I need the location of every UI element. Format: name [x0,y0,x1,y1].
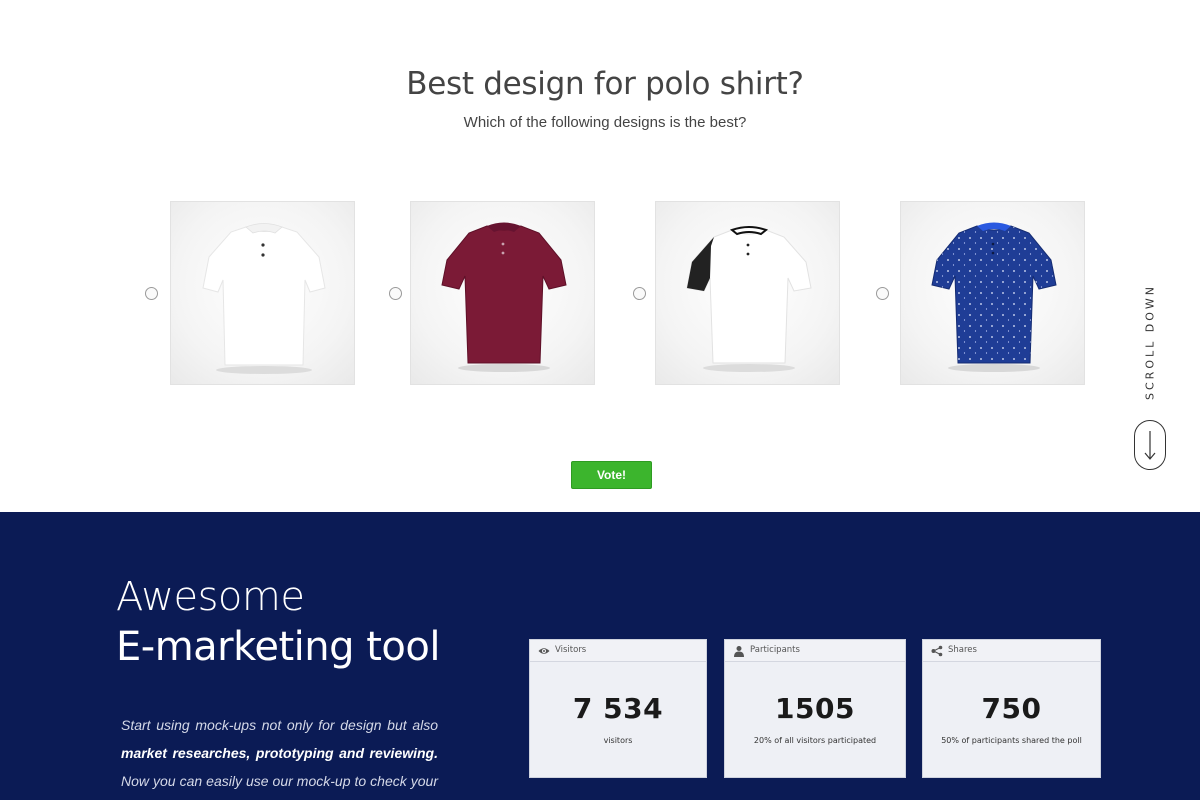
stat-caption: 50% of participants shared the poll [941,736,1082,745]
option-2-radio[interactable] [389,287,402,300]
option-3-radio[interactable] [633,287,646,300]
promo-heading-light: Awesome [116,574,305,620]
stat-card-header: Visitors [530,640,706,662]
eye-icon [538,648,550,654]
promo-text-part1: Start using mock-ups not only for design… [121,717,438,733]
user-icon [734,646,744,657]
promo-text-bold: market researches, prototyping and revie… [121,745,438,761]
stat-value: 1505 [775,692,855,725]
stat-label: Visitors [555,645,587,655]
scroll-down-label: SCROLL DOWN [1143,284,1157,400]
poll-subtitle: Which of the following designs is the be… [463,114,747,131]
stat-card-header: Shares [923,640,1100,662]
stat-card-header: Participants [725,640,905,662]
stat-value: 750 [981,692,1042,725]
scroll-down-control[interactable]: SCROLL DOWN [1133,280,1167,472]
scroll-down-button[interactable] [1134,420,1166,470]
white-black-sleeve-polo-image [686,226,812,372]
option-2-image[interactable] [410,201,595,385]
promo-section: Awesome E-marketing tool Start using moc… [0,512,1200,800]
navy-dotted-polo-image [931,222,1057,372]
option-1-radio[interactable] [145,287,158,300]
stat-label: Shares [948,645,977,655]
option-3-image[interactable] [655,201,840,385]
promo-heading: E-marketing tool [116,624,440,670]
poll-section: Best design for polo shirt? Which of the… [0,0,1200,512]
maroon-polo-shirt-image [441,222,567,372]
stat-value: 7 534 [572,692,664,725]
share-icon [931,645,943,657]
stat-caption: visitors [603,736,633,745]
stat-caption: 20% of all visitors participated [753,736,877,745]
vote-button[interactable]: Vote! [571,461,652,489]
poll-title: Best design for polo shirt? [406,66,804,102]
stat-card-shares: Shares 750 50% of participants shared th… [922,639,1101,778]
option-4-image[interactable] [900,201,1085,385]
option-4-radio[interactable] [876,287,889,300]
arrow-down-icon [1144,431,1156,460]
promo-text-part2: Now you can easily use our mock-up to ch… [121,773,438,789]
stat-card-participants: Participants 1505 20% of all visitors pa… [724,639,906,778]
stat-card-visitors: Visitors 7 534 visitors [529,639,707,778]
option-1-image[interactable] [170,201,355,385]
promo-description: Start using mock-ups not only for design… [121,711,438,800]
stat-label: Participants [750,645,800,655]
white-polo-shirt-image [202,223,326,374]
